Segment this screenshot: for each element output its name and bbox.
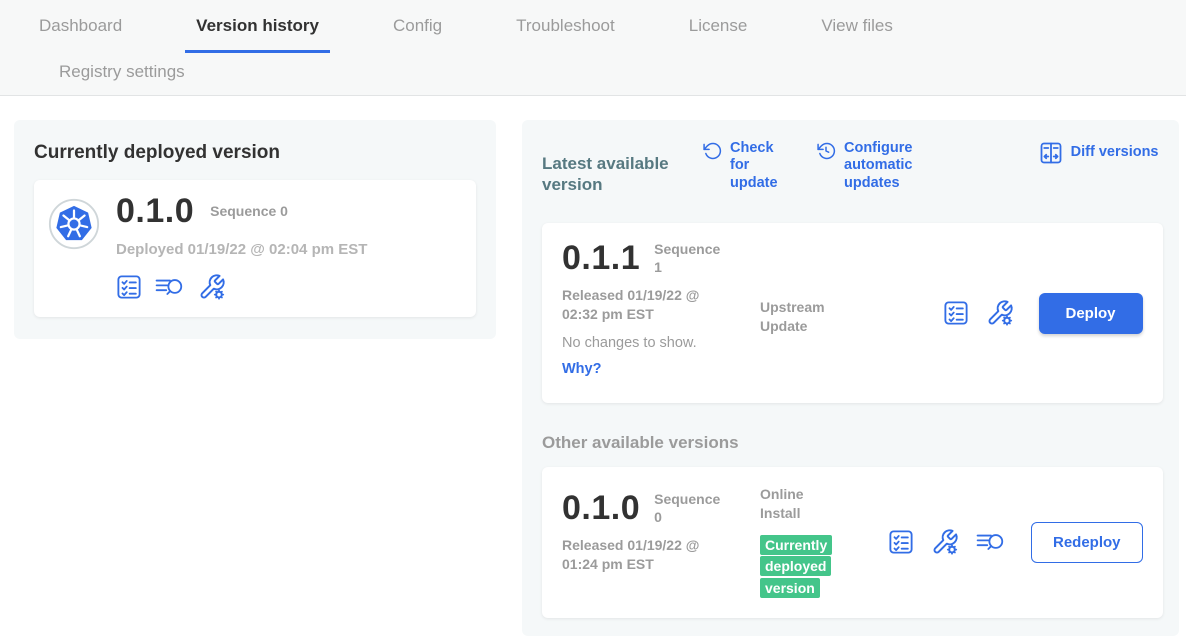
nav-row-primary: Dashboard Version history Config Trouble… (18, 16, 1186, 53)
auto-update-clock-icon (816, 141, 836, 161)
latest-version-card: 0.1.1 Sequence 1 Released 01/19/22 @ 02:… (542, 223, 1163, 403)
deploy-logs-icon[interactable] (976, 529, 1006, 555)
other-version-card: 0.1.0 Sequence 0 Released 01/19/22 @ 01:… (542, 467, 1163, 618)
why-link[interactable]: Why? (562, 361, 601, 377)
latest-source-column: Upstream Update (760, 298, 888, 385)
available-versions-panel: Latest available version Check for updat… (522, 120, 1179, 636)
configure-auto-updates-link[interactable]: Configure automatic updates (816, 140, 952, 192)
latest-card-actions: Deploy (888, 293, 1143, 334)
deploy-logs-icon[interactable] (155, 274, 185, 300)
preflight-checklist-icon[interactable] (116, 274, 142, 300)
latest-version-row: 0.1.1 Sequence 1 (562, 241, 760, 277)
other-versions-title: Other available versions (542, 433, 1163, 453)
other-version-info: 0.1.0 Sequence 0 Released 01/19/22 @ 01:… (562, 491, 760, 600)
main-content: Currently deployed version (0, 96, 1186, 636)
tab-version-history[interactable]: Version history (185, 16, 330, 53)
preflight-checklist-icon[interactable] (888, 529, 914, 555)
redeploy-button[interactable]: Redeploy (1031, 522, 1143, 563)
latest-version-header: Latest available version Check for updat… (542, 138, 1163, 209)
deployed-version-number: 0.1.0 (116, 194, 194, 230)
tab-config[interactable]: Config (382, 16, 453, 53)
tab-troubleshoot[interactable]: Troubleshoot (505, 16, 626, 53)
diff-versions-label: Diff versions (1071, 144, 1159, 161)
other-version-row: 0.1.0 Sequence 0 (562, 491, 760, 527)
configure-auto-updates-label: Configure automatic updates (844, 140, 952, 192)
latest-released-timestamp: Released 01/19/22 @ 02:32 pm EST (562, 286, 727, 324)
refresh-icon (702, 141, 722, 161)
nav-row-secondary: Registry settings (18, 53, 1186, 95)
currently-deployed-badge-wrap: Currently deployed version (760, 535, 848, 600)
tab-view-files[interactable]: View files (810, 16, 904, 53)
deployed-timestamp: Deployed 01/19/22 @ 02:04 pm EST (116, 241, 367, 258)
edit-config-wrench-icon[interactable] (931, 528, 959, 556)
latest-version-number: 0.1.1 (562, 241, 640, 277)
currently-deployed-badge: Currently deployed version (760, 535, 832, 598)
other-source-label: Online Install (760, 485, 840, 523)
top-navigation: Dashboard Version history Config Trouble… (0, 0, 1186, 96)
latest-version-info: 0.1.1 Sequence 1 Released 01/19/22 @ 02:… (562, 241, 760, 385)
check-for-update-label: Check for update (730, 140, 778, 192)
version-actions: Check for update Configure automatic upd… (702, 140, 1159, 192)
tab-license[interactable]: License (678, 16, 759, 53)
no-changes-text: No changes to show. (562, 335, 760, 351)
latest-source-label: Upstream Update (760, 298, 840, 336)
diff-versions-link[interactable]: Diff versions (1039, 140, 1159, 165)
tab-registry-settings[interactable]: Registry settings (48, 62, 196, 82)
preflight-checklist-icon[interactable] (943, 300, 969, 326)
currently-deployed-card: 0.1.0 Sequence 0 Deployed 01/19/22 @ 02:… (34, 180, 476, 317)
other-sequence-label: Sequence 0 (654, 491, 718, 526)
currently-deployed-title: Currently deployed version (34, 142, 476, 164)
latest-version-title: Latest available version (542, 154, 674, 195)
latest-sequence-label: Sequence 1 (654, 241, 718, 276)
check-for-update-link[interactable]: Check for update (702, 140, 776, 192)
edit-config-wrench-icon[interactable] (986, 299, 1014, 327)
currently-deployed-panel: Currently deployed version (14, 120, 496, 339)
diff-versions-icon (1039, 141, 1063, 165)
deployed-version-row: 0.1.0 Sequence 0 (116, 194, 367, 230)
kubernetes-logo-icon (48, 198, 100, 301)
deployed-icon-row (116, 273, 367, 301)
deploy-button[interactable]: Deploy (1039, 293, 1143, 334)
tab-dashboard[interactable]: Dashboard (28, 16, 133, 53)
edit-config-wrench-icon[interactable] (198, 273, 226, 301)
other-released-timestamp: Released 01/19/22 @ 01:24 pm EST (562, 536, 727, 574)
other-source-column: Online Install Currently deployed versio… (760, 485, 888, 600)
deployed-version-details: 0.1.0 Sequence 0 Deployed 01/19/22 @ 02:… (116, 194, 367, 301)
other-version-number: 0.1.0 (562, 491, 640, 527)
other-card-actions: Redeploy (888, 522, 1143, 563)
deployed-sequence-label: Sequence 0 (210, 203, 288, 221)
